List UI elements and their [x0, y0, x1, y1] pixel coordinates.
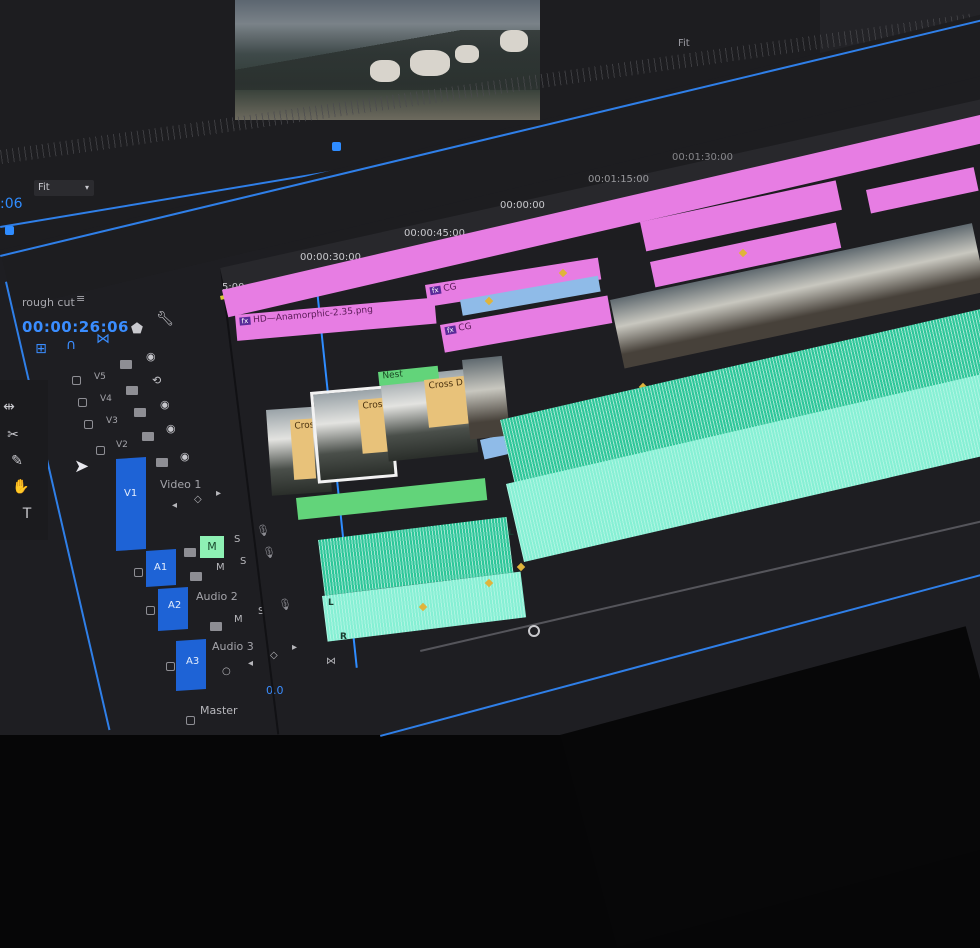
- sync-lock-icon[interactable]: [156, 458, 168, 467]
- snap-magnet-icon[interactable]: ∩: [62, 336, 80, 354]
- rock-shape: [370, 60, 400, 82]
- monitor-timecode[interactable]: :06: [0, 196, 23, 212]
- sync-lock-icon[interactable]: [120, 360, 132, 369]
- track-label-v2[interactable]: V2: [116, 440, 128, 450]
- keyframe-next-icon[interactable]: ▸: [292, 642, 297, 653]
- track-label-v4[interactable]: V4: [100, 394, 112, 404]
- sync-lock-icon[interactable]: [134, 408, 146, 417]
- fit-dropdown-right[interactable]: Fit: [678, 38, 690, 49]
- source-patch-a2-label: A2: [168, 600, 182, 611]
- timeline-timecode[interactable]: 00:00:26:06: [22, 318, 129, 336]
- ruler-label: 00:01:15:00: [588, 174, 650, 185]
- sync-lock-icon[interactable]: [190, 572, 202, 581]
- keyframe-prev-icon[interactable]: ◂: [172, 500, 177, 511]
- master-volume-value[interactable]: 0.0: [266, 684, 284, 697]
- ripple-edit-tool-icon[interactable]: ⇹: [0, 398, 18, 416]
- source-patch-v1-label: V1: [124, 488, 138, 499]
- hand-tool-icon[interactable]: ✋: [12, 478, 30, 496]
- lock-icon[interactable]: [166, 662, 175, 671]
- lock-icon[interactable]: [72, 376, 81, 385]
- sequence-tab[interactable]: rough cut: [22, 296, 75, 309]
- rock-shape: [500, 30, 528, 52]
- sync-lock-icon[interactable]: [126, 386, 138, 395]
- keyframe-add-icon[interactable]: ◇: [194, 494, 202, 505]
- channel-left-label: L: [508, 528, 514, 538]
- fx-badge: fx: [444, 325, 457, 336]
- mute-button-a2[interactable]: M: [216, 562, 225, 573]
- sync-lock-icon[interactable]: [184, 548, 196, 557]
- sync-icon[interactable]: ⟲: [152, 374, 161, 387]
- ruler-label: 00:00:00: [500, 200, 545, 211]
- mic-icon[interactable]: 🎙︎: [262, 546, 276, 559]
- mic-icon[interactable]: 🎙︎: [256, 524, 270, 537]
- eye-icon[interactable]: ◉: [160, 398, 170, 411]
- pen-tool-icon[interactable]: ✎: [8, 452, 26, 470]
- mute-button[interactable]: M: [234, 614, 243, 625]
- eye-icon[interactable]: ◉: [146, 350, 156, 363]
- source-patch-a3-label: A3: [186, 656, 200, 667]
- keyframe-prev-icon[interactable]: ◂: [248, 658, 253, 669]
- transition-name: Cross D: [428, 377, 464, 392]
- monitor-playhead[interactable]: [332, 142, 341, 151]
- add-marker-icon[interactable]: ⬟: [128, 320, 146, 338]
- transition-clip[interactable]: Cross D: [424, 375, 469, 428]
- ruler-label: 00:01:30:00: [672, 152, 734, 163]
- mute-button-a1[interactable]: M: [200, 536, 224, 558]
- zoom-label: Fit: [38, 182, 50, 193]
- mic-icon[interactable]: 🎙︎: [278, 598, 292, 611]
- transition-name: Cros: [294, 420, 315, 432]
- zoom-dropdown[interactable]: Fit ▾: [34, 180, 94, 196]
- lock-icon[interactable]: [78, 398, 87, 407]
- keyframe-node-icon[interactable]: ○: [222, 666, 231, 677]
- razor-tool-icon[interactable]: ✂: [4, 426, 22, 444]
- clip-name: CG: [442, 282, 458, 295]
- linked-selection-icon[interactable]: ⋈: [94, 330, 112, 348]
- chevron-down-icon: ▾: [84, 183, 89, 192]
- hamburger-icon[interactable]: ≡: [76, 292, 85, 305]
- sync-lock-icon[interactable]: [142, 432, 154, 441]
- track-name-video1[interactable]: Video 1: [160, 478, 201, 491]
- track-label-v5[interactable]: V5: [94, 372, 106, 382]
- eye-icon[interactable]: ◉: [180, 450, 190, 463]
- keyframe-add-icon[interactable]: ◇: [270, 650, 278, 661]
- rock-shape: [410, 50, 450, 76]
- fx-badge: fx: [429, 285, 442, 296]
- fx-badge: fx: [239, 316, 251, 326]
- eye-icon[interactable]: ◉: [166, 422, 176, 435]
- track-label-v3[interactable]: V3: [106, 416, 118, 426]
- track-name-audio3[interactable]: Audio 3: [212, 640, 254, 653]
- clip-name: CG: [457, 321, 473, 334]
- source-patch-v1[interactable]: [116, 456, 146, 552]
- monitor-marker[interactable]: [5, 226, 14, 235]
- wrench-icon[interactable]: 🔧︎: [156, 310, 174, 328]
- sync-lock-icon[interactable]: [210, 622, 222, 631]
- lock-icon[interactable]: [186, 716, 195, 725]
- expand-track-icon[interactable]: ⋈: [326, 656, 336, 667]
- cursor-icon: ➤: [74, 456, 90, 477]
- scrollbar-handle[interactable]: [528, 625, 540, 637]
- channel-left-label: L: [328, 598, 334, 608]
- keyframe-next-icon[interactable]: ▸: [216, 488, 221, 499]
- lock-icon[interactable]: [134, 568, 143, 577]
- channel-right-label: R: [340, 632, 347, 642]
- type-tool-icon[interactable]: T: [18, 505, 36, 523]
- rock-shape: [455, 45, 479, 63]
- solo-button-a1[interactable]: S: [234, 534, 240, 545]
- solo-button-a2[interactable]: S: [240, 556, 246, 567]
- lock-icon[interactable]: [84, 420, 93, 429]
- lock-icon[interactable]: [146, 606, 155, 615]
- nest-toggle-icon[interactable]: ⊞: [32, 340, 50, 358]
- source-patch-a1-label: A1: [154, 562, 168, 573]
- lock-icon[interactable]: [96, 446, 105, 455]
- track-name-audio2[interactable]: Audio 2: [196, 590, 238, 603]
- track-name-master[interactable]: Master: [200, 704, 238, 717]
